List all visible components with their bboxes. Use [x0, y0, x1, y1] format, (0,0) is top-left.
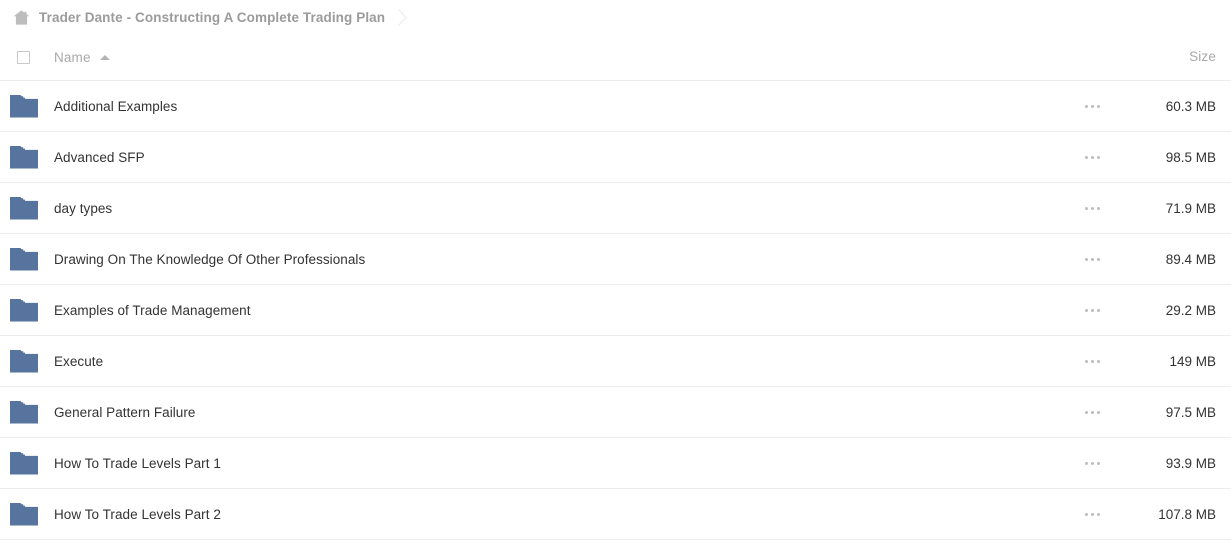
row-name: day types [54, 200, 113, 216]
row-name: Execute [54, 353, 104, 369]
more-options-icon[interactable] [1078, 402, 1106, 422]
more-options-icon[interactable] [1078, 147, 1106, 167]
folder-icon [9, 196, 38, 219]
table-row[interactable]: How To Trade Levels Part 1 93.9 MB [0, 438, 1231, 489]
breadcrumb: Trader Dante - Constructing A Complete T… [0, 0, 1231, 34]
row-name: How To Trade Levels Part 2 [54, 506, 221, 522]
folder-icon [9, 247, 38, 270]
row-name: How To Trade Levels Part 1 [54, 455, 221, 471]
row-size: 149 MB [1169, 353, 1216, 369]
more-options-icon[interactable] [1078, 198, 1106, 218]
row-name: General Pattern Failure [54, 404, 196, 420]
folder-icon [9, 400, 38, 423]
select-all-checkbox[interactable] [17, 50, 30, 64]
row-size: 89.4 MB [1165, 251, 1216, 267]
row-name: Additional Examples [54, 98, 178, 114]
folder-icon [9, 349, 38, 372]
row-size: 107.8 MB [1158, 506, 1216, 522]
row-icon-cell [0, 400, 47, 424]
column-header-size[interactable]: Size [1123, 48, 1231, 66]
row-size: 29.2 MB [1165, 302, 1216, 318]
row-menu-cell [1061, 351, 1123, 371]
row-icon-cell [0, 94, 47, 118]
row-menu-cell [1061, 96, 1123, 116]
folder-icon [9, 502, 38, 525]
chevron-right-icon [385, 0, 419, 34]
row-name: Advanced SFP [54, 149, 145, 165]
more-options-icon[interactable] [1078, 453, 1106, 473]
row-menu-cell [1061, 198, 1123, 218]
folder-icon [9, 145, 38, 168]
table-row[interactable]: day types 71.9 MB [0, 183, 1231, 234]
row-icon-cell [0, 451, 47, 475]
table-row[interactable]: Execute 149 MB [0, 336, 1231, 387]
column-header-name-label: Name [54, 49, 91, 65]
row-menu-cell [1061, 453, 1123, 473]
more-options-icon[interactable] [1078, 96, 1106, 116]
row-icon-cell [0, 247, 47, 271]
table-row[interactable]: How To Trade Levels Part 2 107.8 MB [0, 489, 1231, 540]
row-menu-cell [1061, 504, 1123, 524]
table-row[interactable]: Drawing On The Knowledge Of Other Profes… [0, 234, 1231, 285]
more-options-icon[interactable] [1078, 351, 1106, 371]
table-row[interactable]: General Pattern Failure 97.5 MB [0, 387, 1231, 438]
row-size: 71.9 MB [1165, 200, 1216, 216]
more-options-icon[interactable] [1078, 504, 1106, 524]
column-header-name[interactable]: Name [47, 50, 1061, 65]
row-size: 60.3 MB [1165, 98, 1216, 114]
row-menu-cell [1061, 300, 1123, 320]
row-size: 97.5 MB [1165, 404, 1216, 420]
folder-icon [9, 298, 38, 321]
row-icon-cell [0, 196, 47, 220]
home-icon [13, 9, 30, 25]
row-size: 93.9 MB [1165, 455, 1216, 471]
select-all-cell [0, 50, 47, 64]
file-list: Additional Examples 60.3 MB Advanced SFP… [0, 81, 1231, 540]
column-header-size-label: Size [1189, 49, 1216, 64]
folder-icon [9, 94, 38, 117]
table-row[interactable]: Advanced SFP 98.5 MB [0, 132, 1231, 183]
table-row[interactable]: Additional Examples 60.3 MB [0, 81, 1231, 132]
row-menu-cell [1061, 147, 1123, 167]
more-options-icon[interactable] [1078, 300, 1106, 320]
folder-icon [9, 451, 38, 474]
more-options-icon[interactable] [1078, 249, 1106, 269]
sort-ascending-icon[interactable] [99, 54, 110, 60]
breadcrumb-title: Trader Dante - Constructing A Complete T… [39, 9, 386, 25]
table-row[interactable]: Examples of Trade Management 29.2 MB [0, 285, 1231, 336]
row-icon-cell [0, 145, 47, 169]
row-menu-cell [1061, 402, 1123, 422]
row-name: Drawing On The Knowledge Of Other Profes… [54, 251, 366, 267]
row-size: 98.5 MB [1165, 149, 1216, 165]
column-header-row: Name Size [0, 34, 1231, 81]
row-icon-cell [0, 298, 47, 322]
breadcrumb-item-root[interactable]: Trader Dante - Constructing A Complete T… [13, 10, 385, 25]
row-name: Examples of Trade Management [54, 302, 251, 318]
row-menu-cell [1061, 249, 1123, 269]
row-icon-cell [0, 349, 47, 373]
row-icon-cell [0, 502, 47, 526]
